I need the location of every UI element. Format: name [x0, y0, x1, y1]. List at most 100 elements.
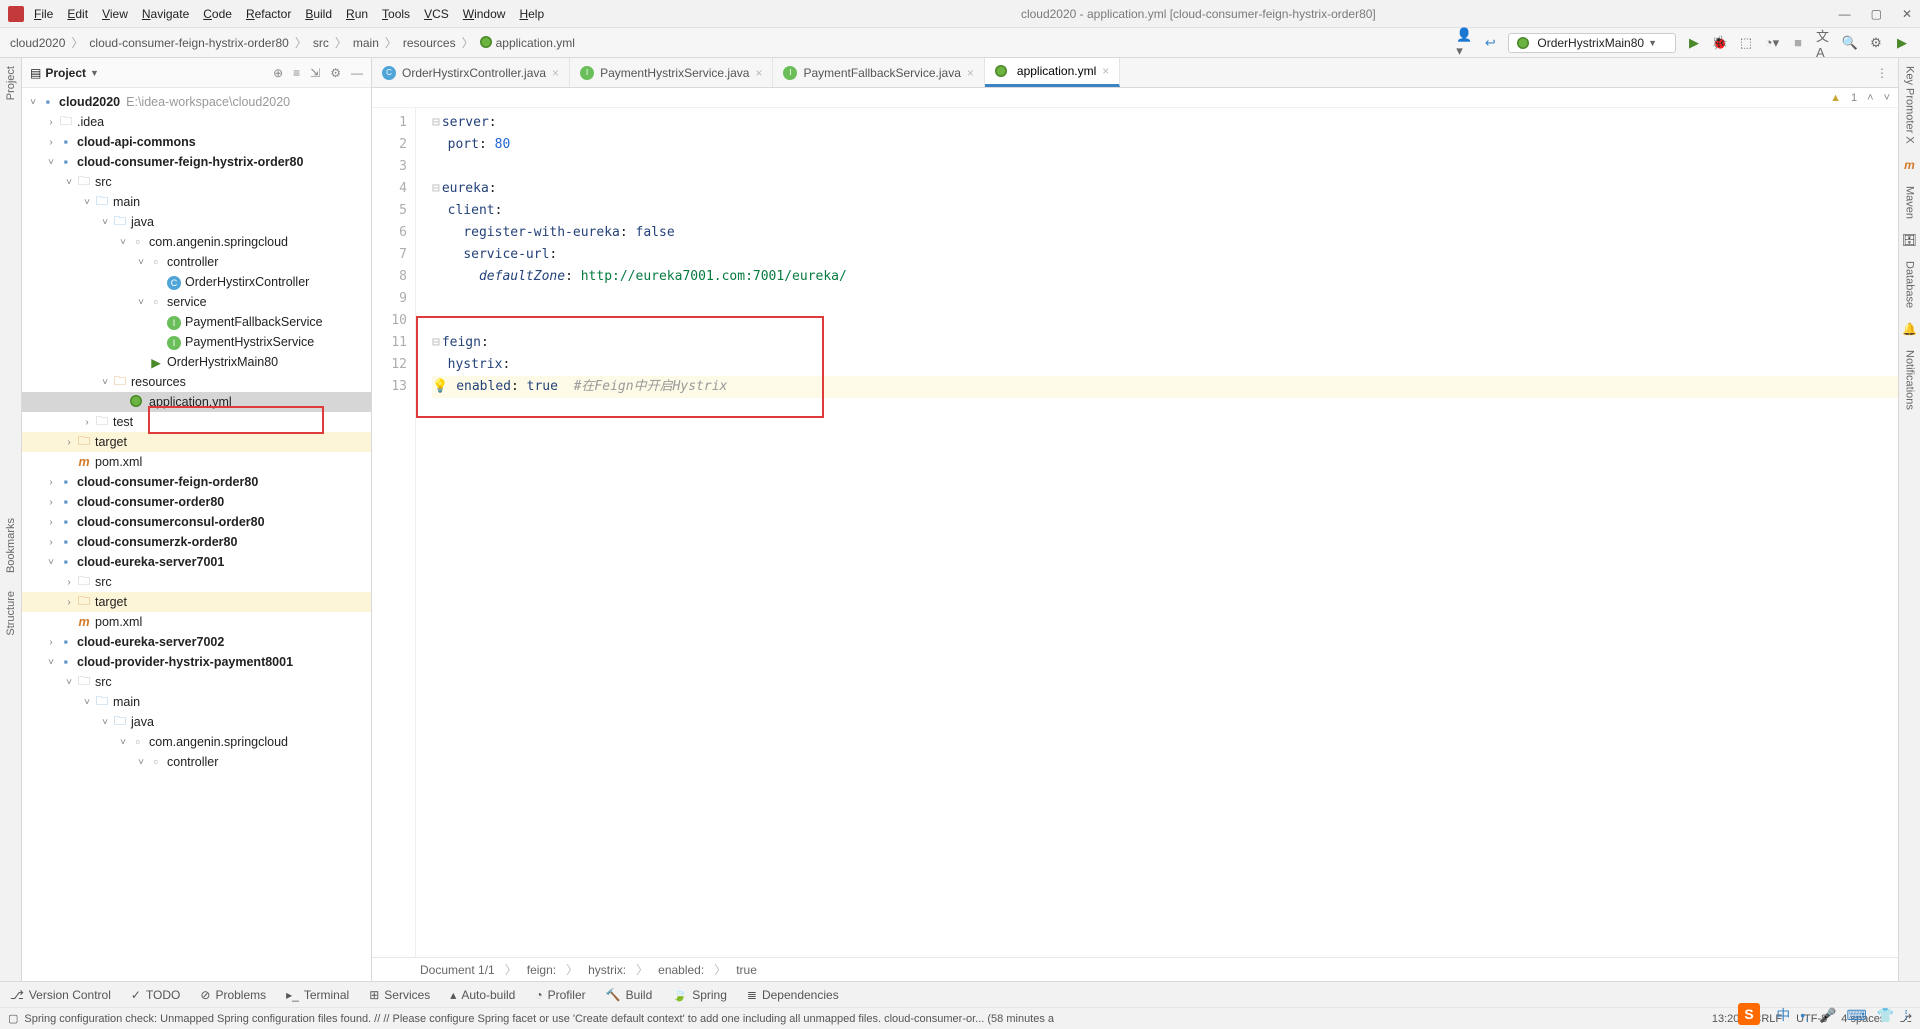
gear-icon[interactable]: ⚙ [1868, 35, 1884, 51]
code-line[interactable] [432, 310, 1898, 332]
tree-node[interactable]: ˅▫com.angenin.springcloud [22, 732, 371, 752]
code-line[interactable]: ⊟server: [432, 112, 1898, 134]
code-editor[interactable]: 12345678910111213 ⊟server: port: 80 ⊟eur… [372, 108, 1898, 957]
tray-icon[interactable]: •, [1800, 1007, 1809, 1023]
editor-crumb[interactable]: enabled: [658, 963, 704, 977]
tree-node[interactable]: ›▪cloud-consumer-order80 [22, 492, 371, 512]
crumb[interactable]: main [353, 36, 379, 50]
editor-tab[interactable]: IPaymentFallbackService.java× [773, 58, 984, 87]
code-line[interactable]: hystrix: [432, 354, 1898, 376]
expand-icon[interactable]: ⇲ [310, 66, 320, 80]
editor-crumb[interactable]: Document 1/1 [420, 963, 495, 977]
gear-icon[interactable]: ⚙ [330, 66, 341, 80]
editor-breadcrumb[interactable]: Document 1/1〉feign:〉hystrix:〉enabled:〉tr… [372, 957, 1898, 981]
translate-icon[interactable]: 文A [1816, 35, 1832, 51]
tree-node[interactable]: ▶OrderHystrixMain80 [22, 352, 371, 372]
tree-node[interactable]: ›🗀test [22, 412, 371, 432]
editor-tab[interactable]: COrderHystirxController.java× [372, 58, 570, 87]
crumb[interactable]: src [313, 36, 329, 50]
project-view-icon[interactable]: ▤ [30, 66, 41, 80]
tool-window-icon[interactable]: ▢ [8, 1012, 18, 1025]
tree-node[interactable]: ›▪cloud-consumerzk-order80 [22, 532, 371, 552]
sidebar-tab-notifications[interactable]: Notifications [1904, 350, 1916, 410]
search-icon[interactable]: 🔍 [1842, 35, 1858, 51]
editor-crumb[interactable]: true [736, 963, 757, 977]
menu-build[interactable]: Build [305, 7, 332, 21]
code-line[interactable] [432, 288, 1898, 310]
sidebar-tab-keypromoter[interactable]: Key Promoter X [1904, 66, 1916, 144]
tree-node[interactable]: COrderHystirxController [22, 272, 371, 292]
tree-node[interactable]: ˅🗀main [22, 692, 371, 712]
back-icon[interactable]: ↩ [1482, 35, 1498, 51]
tree-node[interactable]: ˅▪cloud-provider-hystrix-payment8001 [22, 652, 371, 672]
menu-code[interactable]: Code [203, 7, 232, 21]
sidebar-tab-structure[interactable]: Structure [5, 591, 17, 636]
debug-icon[interactable]: 🐞 [1712, 35, 1728, 51]
tabs-more-icon[interactable]: ⋮ [1866, 66, 1898, 80]
chevron-down-icon[interactable]: ▼ [90, 68, 99, 78]
tree-root[interactable]: ˅▪cloud2020E:\idea-workspace\cloud2020 [22, 92, 371, 112]
tree-node[interactable]: ˅🗀src [22, 172, 371, 192]
menu-help[interactable]: Help [519, 7, 544, 21]
bottom-tab-dependencies[interactable]: ≣Dependencies [747, 988, 839, 1002]
code-line[interactable]: defaultZone: http://eureka7001.com:7001/… [432, 266, 1898, 288]
minimize-icon[interactable]: — [1839, 7, 1851, 21]
menu-edit[interactable]: Edit [67, 7, 88, 21]
code-line[interactable]: register-with-eureka: false [432, 222, 1898, 244]
close-icon[interactable]: × [552, 66, 559, 80]
breadcrumb[interactable]: cloud2020〉cloud-consumer-feign-hystrix-o… [10, 34, 575, 51]
tree-node[interactable]: IPaymentHystrixService [22, 332, 371, 352]
tree-node[interactable]: ˅🗀java [22, 712, 371, 732]
editor-tab[interactable]: IPaymentHystrixService.java× [570, 58, 773, 87]
editor-crumb[interactable]: hystrix: [588, 963, 626, 977]
bottom-tab-spring[interactable]: 🍃Spring [672, 988, 727, 1002]
crumb[interactable]: cloud2020 [10, 36, 65, 50]
tree-node[interactable]: ›▪cloud-consumerconsul-order80 [22, 512, 371, 532]
sidebar-tab-maven[interactable]: Maven [1904, 186, 1916, 219]
bottom-tab-auto-build[interactable]: ▴Auto-build [450, 988, 515, 1002]
tray-icon[interactable]: 中 [1776, 1005, 1790, 1025]
menu-window[interactable]: Window [463, 7, 506, 21]
bottom-tab-profiler[interactable]: ◔Profiler [535, 988, 585, 1002]
crumb[interactable]: resources [403, 36, 456, 50]
sidebar-tab-project[interactable]: Project [5, 66, 17, 100]
run-config-selector[interactable]: OrderHystrixMain80 ▼ [1508, 33, 1676, 53]
crumb[interactable]: application.yml [480, 36, 575, 50]
close-icon[interactable]: × [967, 66, 974, 80]
project-tree[interactable]: ˅▪cloud2020E:\idea-workspace\cloud2020 ›🗀… [22, 88, 371, 981]
project-title[interactable]: Project [45, 66, 86, 80]
tree-node[interactable]: ›▪cloud-eureka-server7002 [22, 632, 371, 652]
code-line[interactable]: ⊟feign: [432, 332, 1898, 354]
run-icon[interactable]: ▶ [1686, 35, 1702, 51]
coverage-icon[interactable]: ⬚ [1738, 35, 1754, 51]
tray-icon[interactable]: 🎤 [1819, 1007, 1836, 1024]
close-icon[interactable]: × [755, 66, 762, 80]
bottom-tab-problems[interactable]: ⊘Problems [200, 988, 266, 1002]
tree-node[interactable]: ˅▪cloud-consumer-feign-hystrix-order80 [22, 152, 371, 172]
tree-node[interactable]: ˅🗀java [22, 212, 371, 232]
close-icon[interactable]: × [1102, 64, 1109, 78]
bottom-tab-version-control[interactable]: ⎇Version Control [10, 988, 111, 1002]
sidebar-tab-bookmarks[interactable]: Bookmarks [5, 518, 17, 573]
warning-icon[interactable]: ▲ [1830, 92, 1841, 104]
menu-run[interactable]: Run [346, 7, 368, 21]
close-icon[interactable]: ✕ [1902, 7, 1912, 21]
menu-navigate[interactable]: Navigate [142, 7, 189, 21]
stop-icon[interactable]: ■ [1790, 35, 1806, 51]
target-icon[interactable]: ⊕ [273, 66, 283, 80]
bottom-tab-services[interactable]: ⊞Services [369, 988, 430, 1002]
tree-node[interactable]: ›🗀src [22, 572, 371, 592]
maximize-icon[interactable]: ▢ [1871, 7, 1882, 21]
tree-node[interactable]: mpom.xml [22, 452, 371, 472]
tree-node[interactable]: ˅▫service [22, 292, 371, 312]
code-line[interactable]: port: 80 [432, 134, 1898, 156]
user-icon[interactable]: 👤▾ [1456, 35, 1472, 51]
tree-node[interactable]: ˅▫controller [22, 252, 371, 272]
tree-node[interactable]: ›▪cloud-consumer-feign-order80 [22, 472, 371, 492]
tree-node[interactable]: ›🗀target [22, 592, 371, 612]
code-line[interactable] [432, 156, 1898, 178]
tree-node[interactable]: mpom.xml [22, 612, 371, 632]
menu-file[interactable]: File [34, 7, 53, 21]
code-line[interactable]: 💡enabled: true #在Feign中开启Hystrix [432, 376, 1898, 398]
code-line[interactable]: client: [432, 200, 1898, 222]
